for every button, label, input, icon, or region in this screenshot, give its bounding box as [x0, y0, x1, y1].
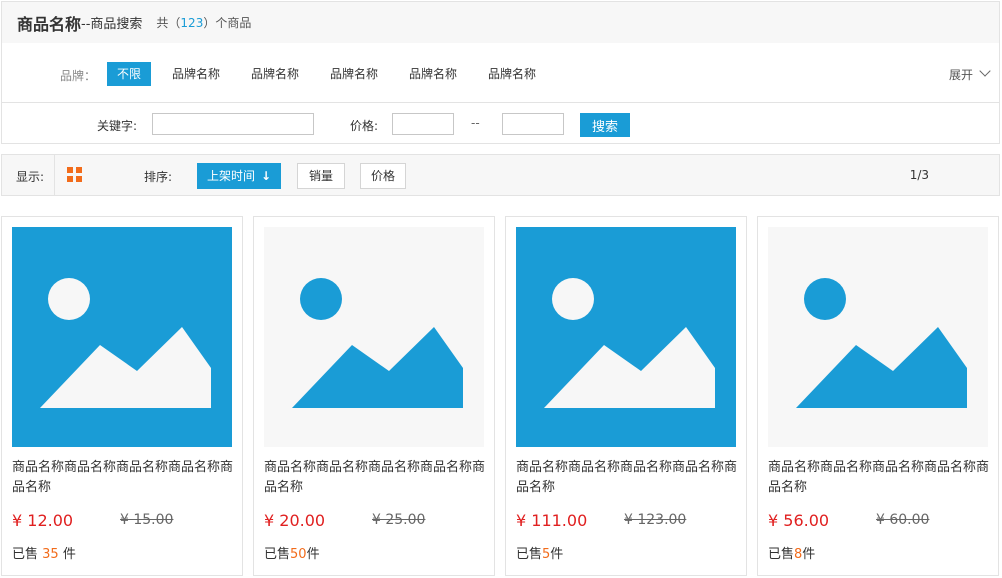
product-name[interactable]: 商品名称商品名称商品名称商品名称商品名称 [516, 458, 738, 498]
chevron-down-icon[interactable] [979, 65, 991, 77]
product-image-placeholder-icon[interactable] [516, 227, 736, 447]
page-subtitle: --商品搜索 [81, 17, 143, 32]
price-max-input[interactable] [502, 113, 564, 135]
divider [2, 102, 999, 103]
product-original-price: ¥ 15.00 [120, 512, 174, 528]
result-count-suffix: ）个商品 [203, 16, 252, 30]
sort-toolbar: 显示: 排序: 上架时间 ↓ 销量 价格 1/3 [1, 154, 1000, 196]
page-indicator: 1/3 [909, 168, 929, 182]
product-price: ¥ 111.00 [516, 511, 588, 530]
sold-prefix: 已售 [768, 547, 795, 562]
page-title: 商品名称 [17, 14, 82, 34]
product-sold-count: 已售50件 [264, 543, 320, 562]
price-label: 价格: [350, 119, 379, 133]
sort-option-label: 上架时间 [206, 169, 255, 183]
product-image-placeholder-icon[interactable] [264, 227, 484, 447]
sold-number: 35 [42, 547, 59, 562]
filter-panel: 商品名称 --商品搜索 共（123）个商品 品牌： 不限 品牌名称 品牌名称 品… [1, 1, 1000, 144]
price-min-input[interactable] [392, 113, 454, 135]
product-name[interactable]: 商品名称商品名称商品名称商品名称商品名称 [264, 458, 486, 498]
result-count: 共（123）个商品 [156, 14, 251, 31]
sold-suffix: 件 [58, 547, 76, 562]
sort-by-time-button[interactable]: 上架时间 ↓ [197, 163, 281, 189]
product-price: ¥ 56.00 [768, 511, 830, 530]
brand-option[interactable]: 品牌名称 [409, 62, 457, 86]
expand-button[interactable]: 展开 [949, 66, 973, 83]
product-original-price: ¥ 25.00 [372, 512, 426, 528]
sort-by-sales-button[interactable]: 销量 [297, 163, 345, 189]
search-header: 商品名称 --商品搜索 共（123）个商品 [2, 2, 999, 43]
product-original-price: ¥ 123.00 [624, 512, 687, 528]
product-sold-count: 已售 35 件 [12, 543, 76, 562]
brand-option-all[interactable]: 不限 [107, 62, 151, 86]
brand-label: 品牌： [60, 69, 97, 83]
keyword-input[interactable] [152, 113, 314, 135]
search-button[interactable]: 搜索 [580, 113, 630, 137]
sold-number: 50 [290, 547, 307, 562]
result-count-prefix: 共（ [156, 16, 181, 30]
product-card[interactable]: 商品名称商品名称商品名称商品名称商品名称 ¥ 20.00 ¥ 25.00 已售5… [253, 216, 495, 576]
product-card[interactable]: 商品名称商品名称商品名称商品名称商品名称 ¥ 56.00 ¥ 60.00 已售8… [757, 216, 999, 576]
sold-suffix: 件 [306, 547, 320, 562]
product-image-placeholder-icon[interactable] [12, 227, 232, 447]
product-price: ¥ 20.00 [264, 511, 326, 530]
sold-suffix: 件 [550, 547, 564, 562]
price-separator: -- [471, 116, 480, 130]
sold-prefix: 已售 [12, 547, 43, 562]
product-sold-count: 已售8件 [768, 543, 815, 562]
product-sold-count: 已售5件 [516, 543, 563, 562]
product-name[interactable]: 商品名称商品名称商品名称商品名称商品名称 [768, 458, 990, 498]
sold-suffix: 件 [802, 547, 816, 562]
product-image-placeholder-icon[interactable] [768, 227, 988, 447]
sold-prefix: 已售 [264, 547, 291, 562]
product-card[interactable]: 商品名称商品名称商品名称商品名称商品名称 ¥ 111.00 ¥ 123.00 已… [505, 216, 747, 576]
brand-option[interactable]: 品牌名称 [330, 62, 378, 86]
keyword-label: 关键字: [97, 119, 138, 133]
grid-view-icon[interactable] [67, 167, 83, 183]
brand-filter-row: 品牌： 不限 品牌名称 品牌名称 品牌名称 品牌名称 品牌名称 展开 [2, 61, 999, 89]
search-row: 关键字: 价格: -- 搜索 [2, 112, 999, 138]
brand-option[interactable]: 品牌名称 [488, 62, 536, 86]
product-original-price: ¥ 60.00 [876, 512, 930, 528]
sold-prefix: 已售 [516, 547, 543, 562]
sort-label: 排序: [144, 170, 173, 184]
arrow-down-icon: ↓ [260, 169, 272, 183]
divider [54, 155, 55, 195]
product-name[interactable]: 商品名称商品名称商品名称商品名称商品名称 [12, 458, 234, 498]
brand-option[interactable]: 品牌名称 [251, 62, 299, 86]
result-count-number: 123 [180, 16, 204, 30]
sort-by-price-button[interactable]: 价格 [360, 163, 406, 189]
product-price: ¥ 12.00 [12, 511, 74, 530]
brand-option[interactable]: 品牌名称 [172, 62, 220, 86]
display-label: 显示: [16, 170, 45, 184]
product-card[interactable]: 商品名称商品名称商品名称商品名称商品名称 ¥ 12.00 ¥ 15.00 已售 … [1, 216, 243, 576]
